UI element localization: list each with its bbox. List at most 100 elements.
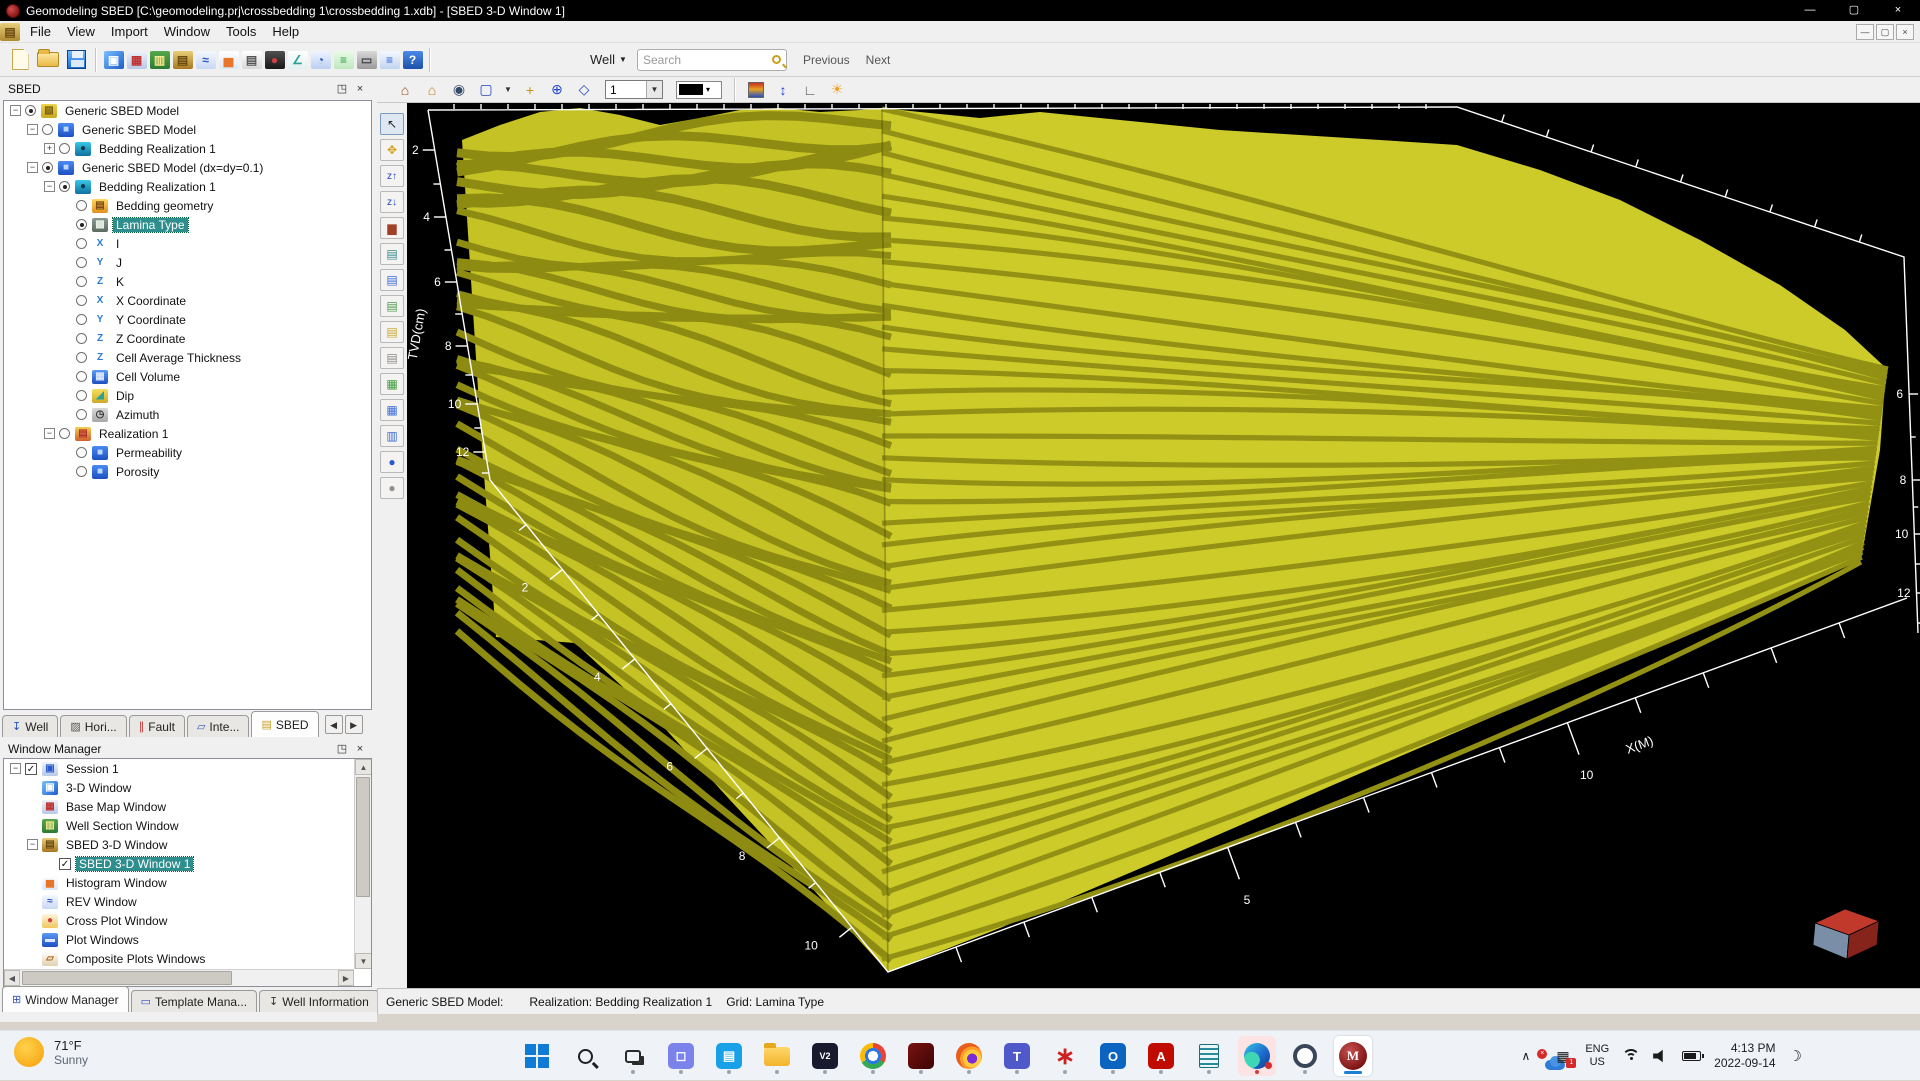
cross-plot-button[interactable]: ∠ xyxy=(286,47,309,73)
wifi-icon[interactable] xyxy=(1622,1049,1640,1063)
histogram-button[interactable]: ▅ xyxy=(217,47,240,73)
home-button[interactable]: ⌂ xyxy=(393,79,417,101)
layers-gray-button[interactable]: ▤ xyxy=(380,347,404,369)
scroll-right-button[interactable]: ▶ xyxy=(338,970,354,986)
sphere-blue-button[interactable]: ● xyxy=(380,451,404,473)
layer-combobox[interactable]: 1▼ xyxy=(605,80,663,99)
next-button[interactable]: Next xyxy=(866,53,891,67)
layers-gold-button[interactable]: ▤ xyxy=(380,321,404,343)
sbed-tree-item[interactable]: YY Coordinate xyxy=(4,310,371,329)
plot-window-button[interactable]: ≡ xyxy=(332,47,355,73)
report-button[interactable]: ≡ xyxy=(378,47,401,73)
taskbar-outlook-button[interactable]: O xyxy=(1094,1036,1132,1076)
well-section-button[interactable]: ▥ xyxy=(148,47,171,73)
frame-button[interactable]: ▢ xyxy=(474,79,498,101)
pan-hand-button[interactable]: ✥ xyxy=(380,139,404,161)
lock-add-button[interactable]: + xyxy=(518,79,542,101)
radio-button[interactable] xyxy=(25,105,36,116)
grid-blue-1-button[interactable]: ▦ xyxy=(380,399,404,421)
previous-button[interactable]: Previous xyxy=(803,53,850,67)
taskbar-diagram-button[interactable]: ∗ xyxy=(1046,1036,1084,1076)
scroll-down-button[interactable]: ▼ xyxy=(355,953,372,969)
radio-button[interactable] xyxy=(76,200,87,211)
close-button[interactable]: × xyxy=(1876,0,1920,21)
wm-tree-item[interactable]: ▱Composite Plots Windows xyxy=(4,949,354,968)
menu-window[interactable]: Window xyxy=(156,22,218,41)
collapse-icon[interactable]: − xyxy=(10,105,21,116)
select-arrow-button[interactable]: ↖ xyxy=(380,113,404,135)
data-tab-fault[interactable]: ∥Fault xyxy=(129,715,185,737)
microseismic-button[interactable]: ● xyxy=(263,47,286,73)
wm-tree-item[interactable]: −✓▣Session 1 xyxy=(4,759,354,778)
checkbox[interactable]: ✓ xyxy=(25,763,37,775)
radio-button[interactable] xyxy=(76,238,87,249)
wm-tree-item[interactable]: ▦Base Map Window xyxy=(4,797,354,816)
light-button[interactable]: ☀ xyxy=(825,79,849,101)
sbed-tree-item[interactable]: ■Permeability xyxy=(4,443,371,462)
radio-button[interactable] xyxy=(42,162,53,173)
axes-xy-button[interactable]: ∟ xyxy=(798,79,822,101)
wm-tree-item[interactable]: −▤SBED 3-D Window xyxy=(4,835,354,854)
taskbar-teams-button[interactable]: T xyxy=(998,1036,1036,1076)
radio-button[interactable] xyxy=(76,314,87,325)
layers-blue-button[interactable]: ▤ xyxy=(380,269,404,291)
grid-blue-2-button[interactable]: ▥ xyxy=(380,425,404,447)
radio-button[interactable] xyxy=(59,181,70,192)
taskbar-store-button[interactable]: ▤ xyxy=(710,1036,748,1076)
menu-file[interactable]: File xyxy=(22,22,59,41)
scrollbar-thumb[interactable] xyxy=(356,777,370,897)
language-indicator[interactable]: ENG US xyxy=(1585,1043,1609,1069)
sbed-tree-item[interactable]: XI xyxy=(4,234,371,253)
zoom-out-z-button[interactable]: z↓ xyxy=(380,191,404,213)
target-button[interactable]: ⊕ xyxy=(545,79,569,101)
mdi-close-button[interactable]: × xyxy=(1896,24,1914,40)
grid-green-button[interactable]: ▦ xyxy=(380,373,404,395)
home-edit-button[interactable]: ⌂ xyxy=(420,79,444,101)
sbed-tree-item[interactable]: −■Generic SBED Model (dx=dy=0.1) xyxy=(4,158,371,177)
sbed-tree-item[interactable]: YJ xyxy=(4,253,371,272)
data-tab-hori-[interactable]: ▨Hori... xyxy=(60,715,126,737)
wm-tree-item[interactable]: ▬Plot Windows xyxy=(4,930,354,949)
close-panel-icon[interactable]: × xyxy=(351,741,369,757)
paint-button[interactable]: ▆ xyxy=(380,217,404,239)
wm-tree-item[interactable]: ▣3-D Window xyxy=(4,778,354,797)
mdi-minimize-button[interactable]: — xyxy=(1856,24,1874,40)
help-button[interactable]: ? xyxy=(401,47,424,73)
rotate-cube-button[interactable]: ◇ xyxy=(572,79,596,101)
vertical-scrollbar[interactable]: ▲ ▼ xyxy=(354,759,371,969)
updates-icon[interactable]: ▦1 xyxy=(1556,1048,1572,1064)
float-panel-icon[interactable]: ◳ xyxy=(333,741,351,757)
taskbar-notes-button[interactable] xyxy=(1190,1036,1228,1076)
collapse-icon[interactable]: − xyxy=(27,162,38,173)
view-eye-button[interactable]: ◉ xyxy=(447,79,471,101)
radio-button[interactable] xyxy=(76,409,87,420)
collapse-icon[interactable]: − xyxy=(27,124,38,135)
taskbar-acrobat-button[interactable]: A xyxy=(1142,1036,1180,1076)
panel-tab-template-mana-[interactable]: ▭Template Mana... xyxy=(131,990,257,1012)
radio-button[interactable] xyxy=(76,219,87,230)
panel-tab-window-manager[interactable]: ⊞Window Manager xyxy=(2,986,129,1012)
sphere-gray-button[interactable]: ● xyxy=(380,477,404,499)
expand-icon[interactable]: + xyxy=(44,143,55,154)
radio-button[interactable] xyxy=(76,447,87,458)
mdi-restore-button[interactable]: ▢ xyxy=(1876,24,1894,40)
taskbar-firefox-button[interactable] xyxy=(950,1036,988,1076)
sbed-tree-item[interactable]: ▤Bedding geometry xyxy=(4,196,371,215)
combo-dropdown-icon[interactable]: ▼ xyxy=(646,81,662,98)
radio-button[interactable] xyxy=(76,295,87,306)
sbed-tree-item[interactable]: ▦Cell Volume xyxy=(4,367,371,386)
search-icon[interactable] xyxy=(772,55,781,64)
sbed-tree-item[interactable]: −■Generic SBED Model xyxy=(4,120,371,139)
composite-plot-button[interactable]: ▤ xyxy=(240,47,263,73)
sbed-tree-item[interactable]: ZCell Average Thickness xyxy=(4,348,371,367)
layers-green-button[interactable]: ▤ xyxy=(380,295,404,317)
save-button[interactable] xyxy=(62,46,90,74)
radio-button[interactable] xyxy=(76,352,87,363)
data-tab-inte-[interactable]: ▱Inte... xyxy=(187,715,250,737)
radio-button[interactable] xyxy=(76,333,87,344)
collapse-icon[interactable]: − xyxy=(27,839,38,850)
colorbar-button[interactable] xyxy=(744,79,768,101)
taskbar-task-view-button[interactable] xyxy=(614,1036,652,1076)
sbed-tree-item[interactable]: ZK xyxy=(4,272,371,291)
taskbar-geomodeling-button[interactable]: M xyxy=(1334,1036,1372,1076)
